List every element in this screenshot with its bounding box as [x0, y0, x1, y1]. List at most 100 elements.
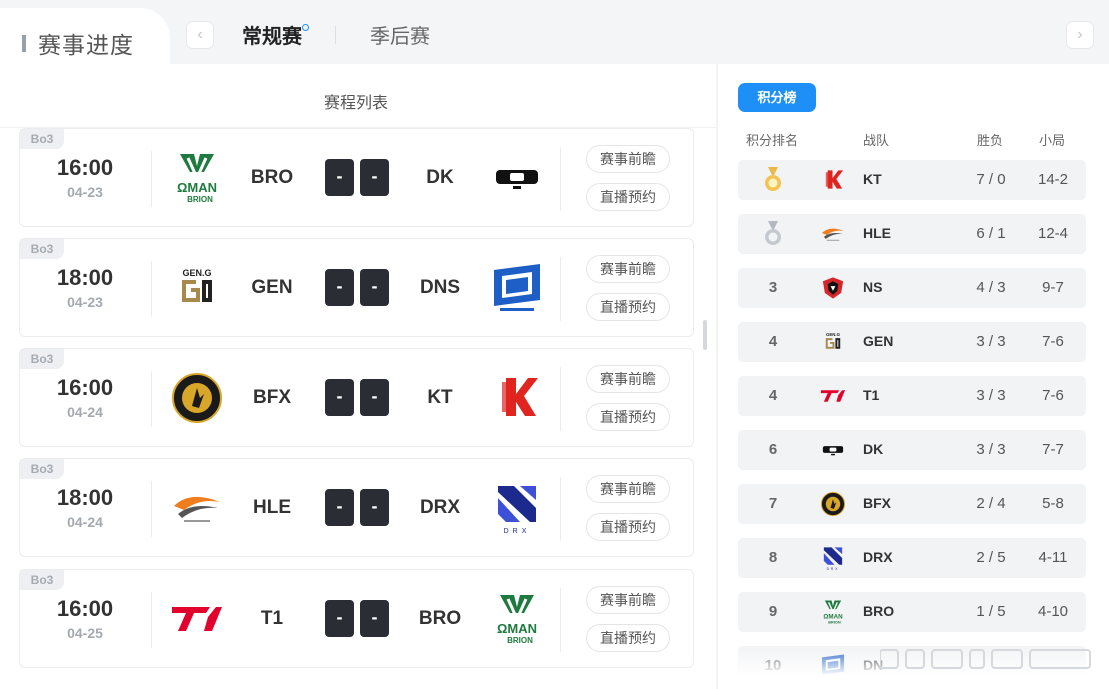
match-card[interactable]: Bo3 16:00 04-25 T1 - - BRO 赛事前瞻 直播预约 [19, 569, 694, 668]
home-team: GEN [251, 277, 293, 298]
chevron-right-icon: › [1077, 26, 1083, 43]
bro-logo-icon [170, 152, 224, 204]
match-time: 16:00 [56, 375, 114, 400]
home-team: BFX [253, 387, 291, 408]
home-score: - [325, 269, 354, 306]
preview-button[interactable]: 赛事前瞻 [586, 145, 670, 173]
preview-button[interactable]: 赛事前瞻 [586, 365, 670, 393]
away-team: BRO [418, 608, 462, 629]
match-date: 04-23 [67, 184, 103, 200]
standings-row[interactable]: 8 DRX 2 / 5 4-11 [738, 538, 1086, 578]
standings-tab[interactable]: 积分榜 [738, 83, 816, 112]
hle-logo-icon [170, 482, 224, 534]
watermark-icon [880, 649, 1091, 669]
schedule-header: 赛程列表 [0, 64, 716, 128]
ns-logo-icon [820, 275, 846, 301]
match-date: 04-24 [67, 404, 103, 420]
tab-regular-season[interactable]: 常规赛 [242, 20, 302, 49]
rank-number: 4 [768, 333, 778, 350]
bro-logo-icon [490, 593, 544, 645]
match-card[interactable]: Bo3 16:00 04-23 BRO - - DK 赛事前瞻 直播预约 [19, 128, 694, 227]
game-record: 7-7 [1042, 441, 1064, 458]
team-name: HLE [863, 225, 891, 241]
standings-row[interactable]: KT 7 / 0 14-2 [738, 160, 1086, 200]
standings-row[interactable]: 3 NS 4 / 3 9-7 [738, 268, 1086, 308]
live-reserve-button[interactable]: 直播预约 [586, 293, 670, 321]
bfx-logo-icon [820, 491, 846, 517]
bfx-logo-icon [170, 372, 224, 424]
divider [560, 367, 561, 431]
win-loss: 2 / 4 [976, 495, 1006, 512]
rank-number: 8 [768, 549, 778, 566]
live-reserve-button[interactable]: 直播预约 [586, 513, 670, 541]
away-team: DNS [419, 277, 461, 298]
live-reserve-button[interactable]: 直播预约 [586, 403, 670, 431]
win-loss: 6 / 1 [976, 225, 1006, 242]
standings-row[interactable]: 6 DK 3 / 3 7-7 [738, 430, 1086, 470]
divider [151, 592, 152, 648]
win-loss: 4 / 3 [976, 279, 1006, 296]
game-record: 4-10 [1037, 603, 1069, 620]
away-team: DRX [419, 497, 461, 518]
dk-logo-icon [820, 437, 846, 463]
divider [560, 147, 561, 211]
drx-logo-icon [490, 482, 544, 534]
team-name: DRX [863, 549, 893, 565]
prev-button[interactable]: ‹ [186, 21, 214, 49]
scrollbar-thumb[interactable] [703, 320, 707, 350]
col-games-header: 小局 [1039, 133, 1066, 148]
kt-logo-icon [820, 167, 846, 193]
rank-number: 4 [768, 387, 778, 404]
active-dot-icon [302, 24, 309, 31]
standings-row[interactable]: 4 GEN 3 / 3 7-6 [738, 322, 1086, 362]
team-name: BRO [863, 603, 895, 619]
silver-medal-icon [764, 221, 782, 247]
next-button[interactable]: › [1066, 21, 1094, 49]
away-score: - [360, 489, 389, 526]
match-card[interactable]: Bo3 18:00 04-23 GEN - - DNS 赛事前瞻 直播预约 [19, 238, 694, 337]
top-bar: 赛事进度 ‹ 常规赛 季后赛 › [0, 0, 1109, 64]
divider [560, 257, 561, 321]
col-rank-header: 积分排名 [746, 133, 799, 148]
match-date: 04-23 [67, 294, 103, 310]
bro-logo-icon [820, 599, 846, 625]
standings-row[interactable]: 7 BFX 2 / 4 5-8 [738, 484, 1086, 524]
game-record: 14-2 [1037, 171, 1069, 188]
win-loss: 3 / 3 [976, 333, 1006, 350]
format-tag: Bo3 [20, 129, 64, 149]
preview-button[interactable]: 赛事前瞻 [586, 475, 670, 503]
match-date: 04-25 [67, 625, 103, 641]
game-record: 7-6 [1042, 333, 1064, 350]
gen-logo-icon [170, 262, 224, 314]
game-record: 9-7 [1042, 279, 1064, 296]
away-score: - [360, 269, 389, 306]
schedule-panel: 赛程列表 Bo3 16:00 04-23 BRO - - DK 赛事前瞻 直播预… [0, 64, 716, 689]
win-loss: 2 / 5 [976, 549, 1006, 566]
match-card[interactable]: Bo3 18:00 04-24 HLE - - DRX 赛事前瞻 直播预约 [19, 458, 694, 557]
preview-button[interactable]: 赛事前瞻 [586, 255, 670, 283]
standings-row[interactable]: HLE 6 / 1 12-4 [738, 214, 1086, 254]
away-score: - [360, 379, 389, 416]
away-score: - [360, 600, 389, 637]
team-name: NS [863, 279, 883, 295]
chevron-left-icon: ‹ [197, 26, 203, 43]
match-card[interactable]: Bo3 16:00 04-24 BFX - - KT 赛事前瞻 直播预约 [19, 348, 694, 447]
away-team: DK [426, 167, 454, 188]
gold-medal-icon [764, 167, 782, 193]
format-tag: Bo3 [20, 239, 64, 259]
format-tag: Bo3 [20, 349, 64, 369]
divider [560, 477, 561, 541]
match-time: 16:00 [56, 155, 114, 180]
dns-logo-icon [490, 262, 544, 314]
team-name: T1 [863, 387, 880, 403]
standings-row[interactable]: 9 BRO 1 / 5 4-10 [738, 592, 1086, 632]
preview-button[interactable]: 赛事前瞻 [586, 586, 670, 614]
standings-row[interactable]: 4 T1 3 / 3 7-6 [738, 376, 1086, 416]
home-team: T1 [260, 608, 284, 629]
gen-logo-icon [820, 329, 846, 355]
live-reserve-button[interactable]: 直播预约 [586, 624, 670, 652]
tab-playoffs[interactable]: 季后赛 [370, 20, 430, 49]
section-tab: 赛事进度 [0, 8, 170, 64]
game-record: 5-8 [1042, 495, 1064, 512]
live-reserve-button[interactable]: 直播预约 [586, 183, 670, 211]
